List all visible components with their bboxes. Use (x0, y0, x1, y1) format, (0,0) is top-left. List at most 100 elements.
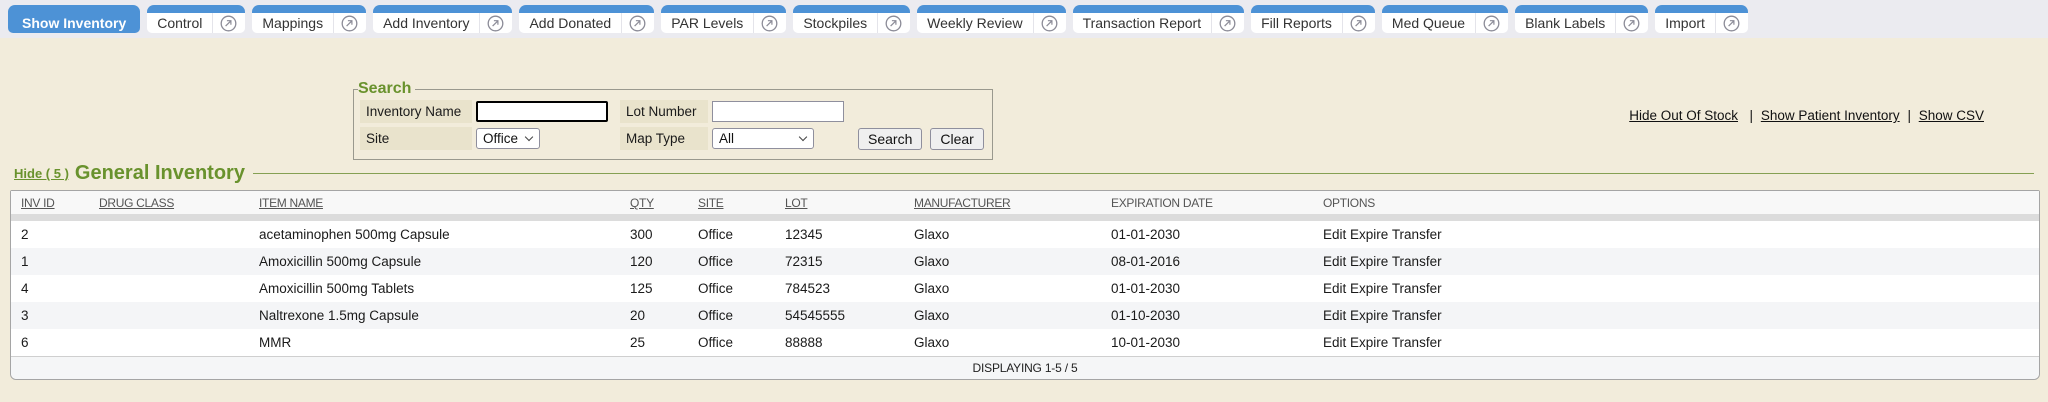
open-new-window-icon[interactable] (1475, 13, 1508, 33)
cell-item-name: Amoxicillin 500mg Capsule (249, 248, 620, 275)
open-new-window-icon[interactable] (333, 13, 366, 33)
tab-weekly-review[interactable]: Weekly Review (917, 5, 1065, 33)
expire-link[interactable]: Expire (1350, 281, 1388, 296)
cell-inv-id: 1 (11, 248, 89, 275)
cell-lot: 54545555 (775, 302, 904, 329)
column-header-site[interactable]: SITE (688, 191, 775, 221)
expire-link[interactable]: Expire (1350, 227, 1388, 242)
tab-label: Stockpiles (793, 13, 877, 33)
open-new-window-icon[interactable] (212, 13, 245, 33)
tab-label: Fill Reports (1251, 13, 1342, 33)
transfer-link[interactable]: Transfer (1392, 227, 1442, 242)
site-select[interactable]: Office (476, 128, 540, 149)
lot-number-input[interactable] (712, 101, 844, 122)
tab-label: Show Inventory (8, 13, 140, 33)
table-row: 2acetaminophen 500mg Capsule300Office123… (11, 221, 2039, 248)
column-header-lot[interactable]: LOT (775, 191, 904, 221)
transfer-link[interactable]: Transfer (1392, 335, 1442, 350)
cell-inv-id: 6 (11, 329, 89, 356)
column-header-expiration-date: EXPIRATION DATE (1101, 191, 1313, 221)
open-new-window-icon[interactable] (621, 13, 654, 33)
tab-fill-reports[interactable]: Fill Reports (1251, 5, 1375, 33)
expire-link[interactable]: Expire (1350, 335, 1388, 350)
cell-lot: 12345 (775, 221, 904, 248)
transfer-link[interactable]: Transfer (1392, 308, 1442, 323)
show-csv-link[interactable]: Show CSV (1919, 108, 1984, 123)
cell-expiration-date: 01-01-2030 (1101, 275, 1313, 302)
show-patient-inventory-link[interactable]: Show Patient Inventory (1761, 108, 1900, 123)
cell-inv-id: 3 (11, 302, 89, 329)
open-new-window-icon[interactable] (1715, 13, 1748, 33)
edit-link[interactable]: Edit (1323, 308, 1346, 323)
cell-qty: 25 (620, 329, 688, 356)
cell-drug-class (89, 329, 249, 356)
tab-stockpiles[interactable]: Stockpiles (793, 5, 910, 33)
edit-link[interactable]: Edit (1323, 281, 1346, 296)
tab-label: Weekly Review (917, 13, 1032, 33)
column-header-item-name[interactable]: ITEM NAME (249, 191, 620, 221)
clear-button[interactable]: Clear (930, 128, 983, 150)
tab-mappings[interactable]: Mappings (252, 5, 366, 33)
search-panel-title: Search (358, 80, 415, 98)
search-button[interactable]: Search (858, 128, 922, 150)
general-inventory-header: Hide ( 5 ) General Inventory (14, 162, 2034, 185)
open-new-window-icon[interactable] (877, 13, 910, 33)
cell-options: Edit Expire Transfer (1313, 221, 2039, 248)
edit-link[interactable]: Edit (1323, 227, 1346, 242)
column-header-qty[interactable]: QTY (620, 191, 688, 221)
map-type-label: Map Type (620, 127, 708, 150)
edit-link[interactable]: Edit (1323, 335, 1346, 350)
cell-site: Office (688, 221, 775, 248)
cell-manufacturer: Glaxo (904, 221, 1101, 248)
cell-expiration-date: 01-10-2030 (1101, 302, 1313, 329)
tab-label: Control (147, 13, 212, 33)
inventory-table: INV IDDRUG CLASSITEM NAMEQTYSITELOTMANUF… (10, 190, 2040, 380)
tab-show-inventory[interactable]: Show Inventory (8, 5, 140, 33)
expire-link[interactable]: Expire (1350, 308, 1388, 323)
search-panel: Search Inventory Name Lot Number Site Of… (353, 80, 993, 160)
tab-med-queue[interactable]: Med Queue (1382, 5, 1508, 33)
tab-add-donated[interactable]: Add Donated (519, 5, 654, 33)
cell-item-name: Naltrexone 1.5mg Capsule (249, 302, 620, 329)
cell-manufacturer: Glaxo (904, 329, 1101, 356)
table-row: 6MMR25Office88888Glaxo10-01-2030Edit Exp… (11, 329, 2039, 356)
view-links: Hide Out Of Stock | Show Patient Invento… (1629, 108, 1984, 123)
tab-control[interactable]: Control (147, 5, 245, 33)
cell-expiration-date: 01-01-2030 (1101, 221, 1313, 248)
cell-qty: 120 (620, 248, 688, 275)
inventory-name-input[interactable] (476, 101, 608, 122)
cell-qty: 20 (620, 302, 688, 329)
transfer-link[interactable]: Transfer (1392, 254, 1442, 269)
expire-link[interactable]: Expire (1350, 254, 1388, 269)
open-new-window-icon[interactable] (1615, 13, 1648, 33)
cell-inv-id: 4 (11, 275, 89, 302)
cell-drug-class (89, 275, 249, 302)
tab-label: Import (1655, 13, 1715, 33)
column-header-manufacturer[interactable]: MANUFACTURER (904, 191, 1101, 221)
cell-item-name: acetaminophen 500mg Capsule (249, 221, 620, 248)
tab-label: Transaction Report (1073, 13, 1212, 33)
hide-section-link[interactable]: Hide ( 5 ) (14, 166, 69, 181)
tab-transaction-report[interactable]: Transaction Report (1073, 5, 1245, 33)
hide-out-of-stock-link[interactable]: Hide Out Of Stock (1629, 108, 1738, 123)
tab-label: Mappings (252, 13, 333, 33)
cell-lot: 72315 (775, 248, 904, 275)
chevron-down-icon (525, 133, 533, 141)
open-new-window-icon[interactable] (753, 13, 786, 33)
map-type-select[interactable]: All (712, 128, 814, 149)
edit-link[interactable]: Edit (1323, 254, 1346, 269)
open-new-window-icon[interactable] (479, 13, 512, 33)
open-new-window-icon[interactable] (1342, 13, 1375, 33)
column-header-drug-class[interactable]: DRUG CLASS (89, 191, 249, 221)
tab-label: Blank Labels (1515, 13, 1615, 33)
tab-add-inventory[interactable]: Add Inventory (373, 5, 512, 33)
transfer-link[interactable]: Transfer (1392, 281, 1442, 296)
tab-import[interactable]: Import (1655, 5, 1748, 33)
open-new-window-icon[interactable] (1211, 13, 1244, 33)
tab-blank-labels[interactable]: Blank Labels (1515, 5, 1648, 33)
column-header-inv-id[interactable]: INV ID (11, 191, 89, 221)
site-select-value: Office (483, 131, 518, 146)
open-new-window-icon[interactable] (1033, 13, 1066, 33)
cell-drug-class (89, 248, 249, 275)
tab-par-levels[interactable]: PAR Levels (661, 5, 786, 33)
